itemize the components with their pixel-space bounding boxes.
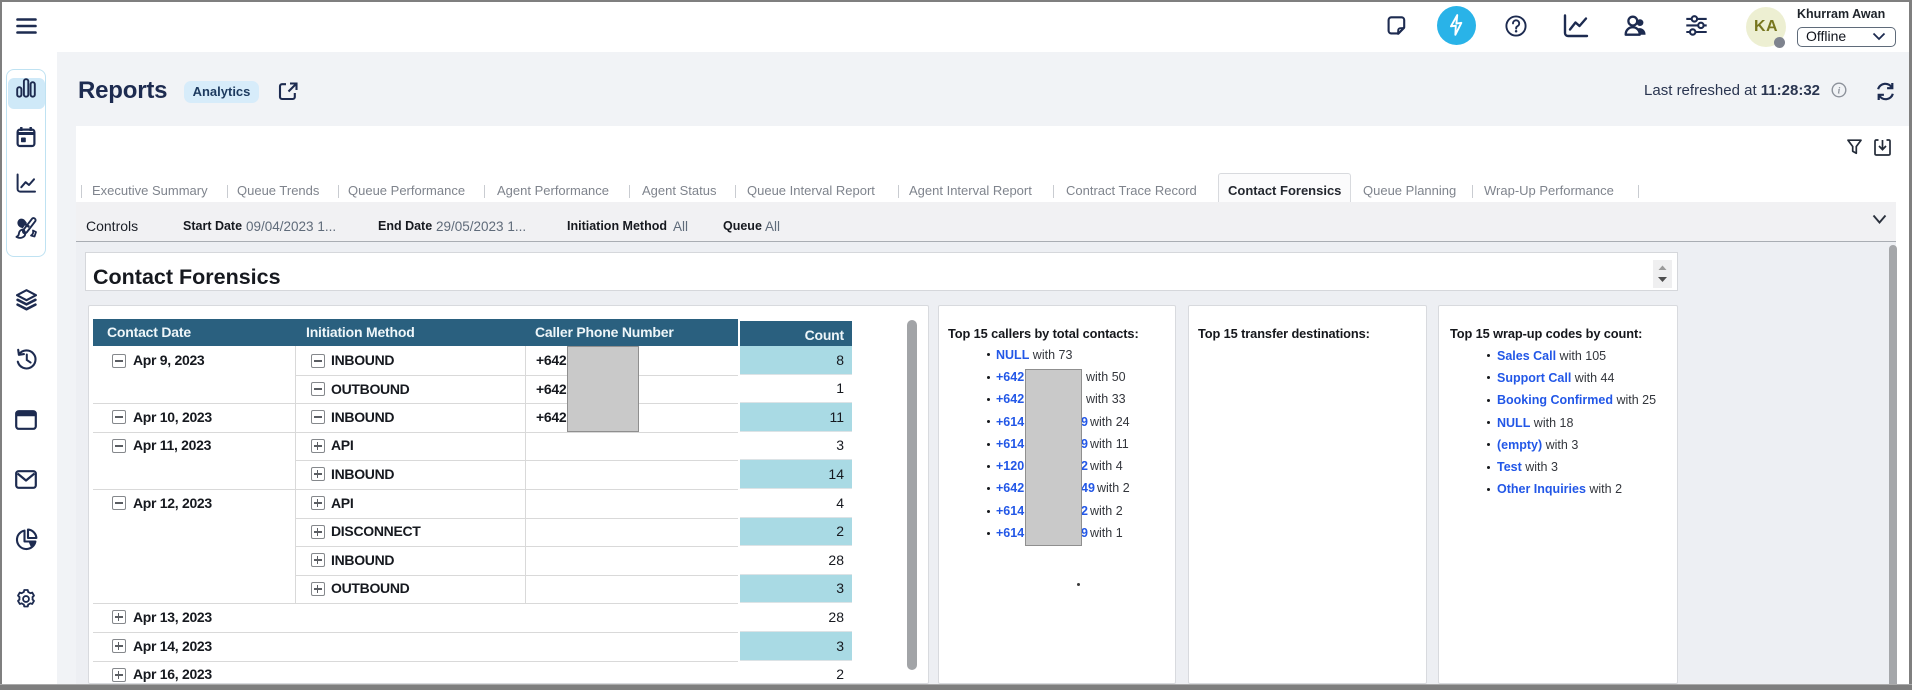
svg-text:i: i — [1838, 87, 1841, 97]
